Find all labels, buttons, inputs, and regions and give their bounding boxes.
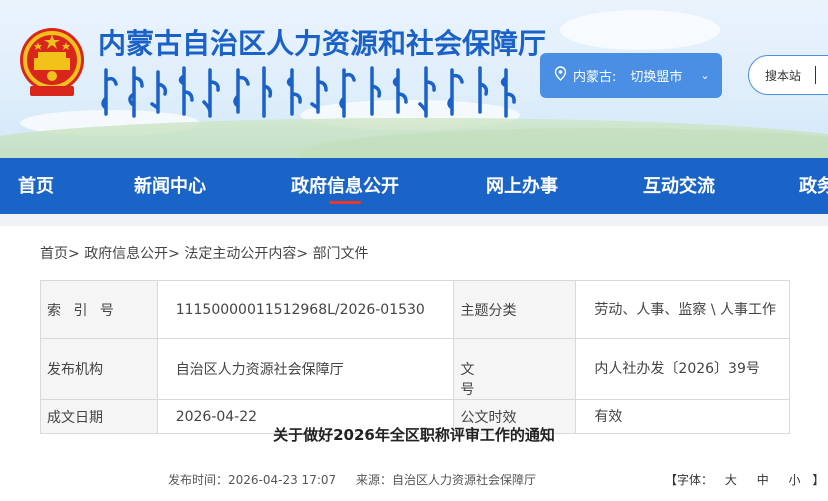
doc-number-label: 文号 (453, 338, 577, 400)
site-header: 内蒙古自治区人力资源和社会保障厅 内蒙古: 切换盟市 ⌄ 搜本站 (0, 0, 828, 158)
chevron-down-icon[interactable]: ⌄ (700, 69, 709, 82)
nav-shadow-band (0, 214, 828, 226)
publish-info: 发布时间：2026-04-23 17:07 来源：自治区人力资源社会保障厅 (168, 471, 536, 488)
font-size-switcher: 【字体： 大 中 小 】 (665, 471, 824, 488)
article-title: 关于做好2026年全区职称评审工作的通知 (273, 426, 555, 444)
search-scope-label[interactable]: 搜本站 (765, 67, 801, 84)
table-row: 索 引 号 11150000011512968L/2026-01530 主题分类… (40, 280, 790, 339)
font-size-label: 【字体： (665, 473, 714, 487)
search-divider (815, 66, 817, 84)
topic-label: 主题分类 (453, 280, 577, 339)
document-meta-table: 索 引 号 11150000011512968L/2026-01530 主题分类… (40, 280, 790, 434)
nav-item-news[interactable]: 新闻中心 (134, 158, 206, 214)
breadcrumb: 首页> 政府信息公开> 法定主动公开内容> 部门文件 (40, 243, 369, 263)
index-value: 11150000011512968L/2026-01530 (156, 280, 455, 339)
article-source: 来源：自治区人力资源社会保障厅 (355, 473, 536, 487)
national-emblem-icon (20, 28, 84, 96)
org-label: 发布机构 (40, 338, 158, 400)
breadcrumb-statutory[interactable]: 法定主动公开内容> (184, 246, 308, 262)
main-nav: 首页 新闻中心 政府信息公开 网上办事 互动交流 政务 (0, 158, 828, 214)
breadcrumb-gov-info[interactable]: 政府信息公开> (84, 246, 180, 262)
location-pin-icon (554, 66, 567, 85)
region-switch-label[interactable]: 切换盟市 (630, 66, 682, 85)
nav-item-interaction[interactable]: 互动交流 (643, 158, 715, 214)
font-size-close: 】 (812, 473, 825, 487)
cloud-decoration (560, 10, 720, 50)
table-row: 发布机构 自治区人力资源社会保障厅 文号 内人社办发〔2026〕39号 (40, 338, 790, 400)
index-label: 索 引 号 (40, 280, 158, 339)
mongolian-script-logo (101, 66, 516, 118)
font-size-small[interactable]: 小 (789, 473, 801, 487)
nav-item-online-service[interactable]: 网上办事 (486, 158, 558, 214)
region-label: 内蒙古: (573, 70, 617, 85)
region-switcher[interactable]: 内蒙古: 切换盟市 ⌄ (540, 53, 722, 98)
nav-item-home[interactable]: 首页 (18, 158, 54, 214)
font-size-medium[interactable]: 中 (757, 473, 769, 487)
topic-value: 劳动、人事、监察 \ 人事工作 (575, 280, 790, 339)
publish-time: 发布时间：2026-04-23 17:07 (168, 473, 337, 487)
nav-item-gov-info[interactable]: 政府信息公开 (291, 158, 399, 214)
site-title: 内蒙古自治区人力资源和社会保障厅 (98, 27, 547, 60)
breadcrumb-dept-docs[interactable]: 部门文件 (313, 246, 369, 262)
font-size-large[interactable]: 大 (725, 473, 737, 487)
breadcrumb-home[interactable]: 首页> (40, 246, 80, 262)
site-search[interactable]: 搜本站 (748, 55, 828, 95)
org-value: 自治区人力资源社会保障厅 (156, 338, 455, 400)
nav-item-gov-affairs[interactable]: 政务 (799, 158, 828, 214)
doc-number-value: 内人社办发〔2026〕39号 (575, 338, 790, 400)
